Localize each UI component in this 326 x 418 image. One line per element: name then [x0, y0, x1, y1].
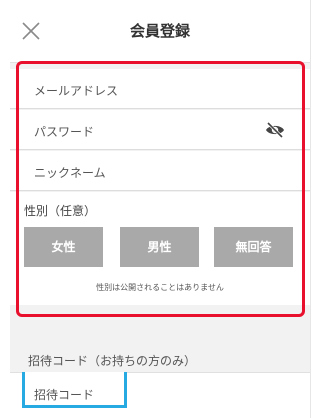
gender-male-button[interactable]: 男性: [120, 227, 199, 267]
page-title: 会員登録: [129, 22, 190, 40]
scroll-gutter: [310, 0, 326, 418]
gender-section: 性別（任意） 女性 男性 無回答 性別は公開されることはありません: [10, 192, 310, 305]
email-placeholder: メールアドレス: [34, 84, 119, 98]
gender-note: 性別は公開されることはありません: [96, 283, 224, 292]
invite-code-label: 招待コード（お持ちの方のみ）: [28, 354, 197, 368]
password-placeholder: パスワード: [34, 125, 95, 139]
gender-female-button[interactable]: 女性: [24, 227, 103, 267]
nickname-field[interactable]: ニックネーム: [10, 151, 310, 191]
invite-code-placeholder: 招待コード: [34, 388, 95, 402]
registration-screen: 会員登録 メールアドレス パスワード ニックネーム 性別（任意） 女性 男性 無…: [10, 0, 310, 418]
nickname-placeholder: ニックネーム: [34, 166, 106, 180]
password-field[interactable]: パスワード: [10, 110, 310, 150]
eye-slash-icon[interactable]: [265, 121, 285, 139]
header-bar: 会員登録: [10, 0, 310, 63]
email-field[interactable]: メールアドレス: [10, 69, 310, 109]
gender-label: 性別（任意）: [24, 204, 97, 218]
gender-none-button[interactable]: 無回答: [214, 227, 293, 267]
